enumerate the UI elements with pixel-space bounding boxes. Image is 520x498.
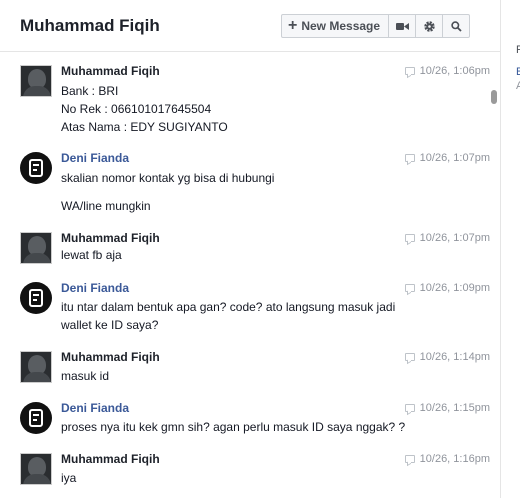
message-sender[interactable]: Deni Fianda: [61, 151, 129, 165]
avatar[interactable]: [20, 282, 52, 314]
avatar[interactable]: [20, 402, 52, 434]
settings-button[interactable]: [415, 14, 444, 38]
message-timestamp: 10/26, 1:07pm: [404, 232, 490, 244]
new-message-button[interactable]: + New Message: [281, 14, 390, 38]
message-item: Deni Fianda 10/26, 1:09pm itu ntar dalam…: [0, 281, 490, 336]
message-time: 10/26, 1:16pm: [419, 453, 490, 465]
message-text: No Rek : 066101017645504: [61, 102, 212, 116]
avatar[interactable]: [20, 351, 52, 383]
search-button[interactable]: [442, 14, 471, 38]
message-timestamp: 10/26, 1:15pm: [404, 402, 490, 414]
message-text: lewat fb aja: [61, 248, 122, 262]
logo-mark: [29, 289, 43, 307]
reply-icon: [404, 455, 415, 463]
right-sidebar-text-2: A: [516, 80, 520, 92]
message-text: Atas Nama : EDY SUGIYANTO: [61, 120, 228, 134]
avatar[interactable]: [20, 65, 52, 97]
avatar[interactable]: [20, 232, 52, 264]
message-item: Deni Fianda 10/26, 1:15pm proses nya itu…: [0, 401, 490, 438]
conversation-header: Muhammad Fiqih + New Message: [0, 0, 500, 52]
message-text: WA/line mungkin: [61, 199, 151, 213]
message-text: iya: [61, 471, 77, 485]
avatar-body: [23, 253, 51, 263]
message-text: masuk id: [61, 369, 110, 383]
message-text: itu ntar dalam bentuk apa gan? code? ato…: [61, 300, 396, 314]
message-timestamp: 10/26, 1:07pm: [404, 152, 490, 164]
message-time: 10/26, 1:14pm: [419, 351, 490, 363]
message-time: 10/26, 1:15pm: [419, 402, 490, 414]
logo-mark: [29, 159, 43, 177]
message-time: 10/26, 1:06pm: [419, 65, 490, 77]
conversation-toolbar: + New Message: [281, 14, 471, 38]
column-divider: [500, 0, 501, 498]
avatar-body: [23, 474, 51, 484]
message-time: 10/26, 1:07pm: [419, 152, 490, 164]
message-text: skalian nomor kontak yg bisa di hubungi: [61, 171, 275, 185]
message-item: Deni Fianda 10/26, 1:07pm skalian nomor …: [0, 151, 490, 216]
gear-icon: [423, 20, 435, 32]
avatar-body: [23, 372, 51, 382]
message-sender[interactable]: Deni Fianda: [61, 281, 129, 295]
video-camera-icon: [395, 22, 409, 30]
reply-icon: [404, 154, 415, 162]
message-item: Muhammad Fiqih 10/26, 1:07pm lewat fb aj…: [0, 231, 490, 268]
message-sender[interactable]: Muhammad Fiqih: [61, 64, 160, 78]
video-call-button[interactable]: [388, 14, 417, 38]
message-item: Muhammad Fiqih 10/26, 1:14pm masuk id: [0, 350, 490, 387]
plus-icon: +: [288, 17, 298, 34]
new-message-label: New Message: [301, 19, 381, 33]
right-sidebar-link[interactable]: E: [516, 66, 520, 78]
message-text: proses nya itu kek gmn sih? agan perlu m…: [61, 420, 406, 434]
reply-icon: [404, 234, 415, 242]
message-time: 10/26, 1:09pm: [419, 282, 490, 294]
scrollbar-thumb[interactable]: [491, 90, 497, 104]
reply-icon: [404, 284, 415, 292]
right-sidebar: F E A: [514, 0, 520, 498]
message-item: Muhammad Fiqih 10/26, 1:16pm iya: [0, 452, 490, 489]
message-timestamp: 10/26, 1:14pm: [404, 351, 490, 363]
reply-icon: [404, 404, 415, 412]
reply-icon: [404, 67, 415, 75]
conversation-title: Muhammad Fiqih: [20, 16, 160, 35]
avatar[interactable]: [20, 453, 52, 485]
message-item: Muhammad Fiqih 10/26, 1:06pm Bank : BRI …: [0, 64, 490, 143]
message-sender[interactable]: Muhammad Fiqih: [61, 452, 160, 466]
message-timestamp: 10/26, 1:16pm: [404, 453, 490, 465]
message-sender[interactable]: Muhammad Fiqih: [61, 350, 160, 364]
avatar-body: [23, 86, 51, 96]
avatar[interactable]: [20, 152, 52, 184]
message-sender[interactable]: Muhammad Fiqih: [61, 231, 160, 245]
message-sender[interactable]: Deni Fianda: [61, 401, 129, 415]
reply-icon: [404, 353, 415, 361]
search-icon: [450, 20, 462, 32]
message-timestamp: 10/26, 1:09pm: [404, 282, 490, 294]
right-sidebar-text-1: F: [516, 44, 520, 56]
logo-mark: [29, 409, 43, 427]
message-timestamp: 10/26, 1:06pm: [404, 65, 490, 77]
message-text: Bank : BRI: [61, 84, 119, 98]
message-text: wallet ke ID saya?: [61, 318, 159, 332]
message-time: 10/26, 1:07pm: [419, 232, 490, 244]
